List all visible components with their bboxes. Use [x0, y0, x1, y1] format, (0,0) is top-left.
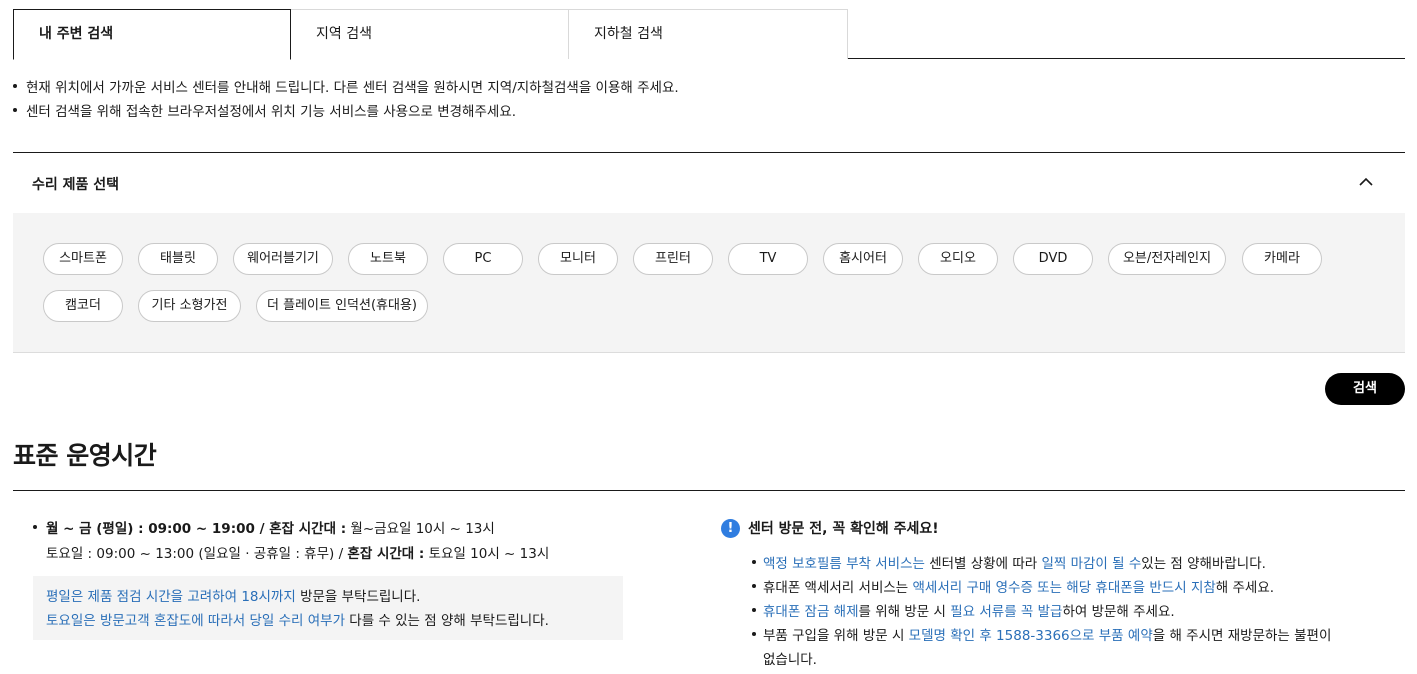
highlight-text: 모델명 확인 후 1588-3366으로 부품 예약	[908, 628, 1153, 644]
product-chip-list: 스마트폰 태블릿 웨어러블기기 노트북 PC 모니터 프린터 TV 홈시어터 오…	[13, 213, 1405, 353]
product-panel-header[interactable]: 수리 제품 선택	[13, 152, 1405, 213]
visit-notice-item: 부품 구입을 위해 방문 시 모델명 확인 후 1588-3366으로 부품 예…	[750, 624, 1331, 644]
highlight-text: 필요 서류를 꼭 발급	[950, 604, 1063, 620]
saturday-hours-text: 토요일 : 09:00 ~ 13:00 (일요일 · 공휴일 : 휴무) /	[46, 546, 348, 562]
plain-text: 센터별 상황에 따라	[924, 556, 1042, 572]
highlight-text: 일찍 마감이 될 수	[1041, 556, 1142, 572]
chevron-up-icon[interactable]	[1359, 175, 1373, 189]
search-tabs: 내 주변 검색 지역 검색 지하철 검색	[13, 9, 1405, 60]
visit-notice-item: 휴대폰 액세서리 서비스는 액세서리 구매 영수증 또는 해당 휴대폰을 반드시…	[750, 576, 1274, 596]
tab-region-search[interactable]: 지역 검색	[290, 9, 569, 59]
bullet-icon	[33, 525, 37, 529]
plain-text: 다를 수 있는 점 양해 부탁드립니다.	[345, 613, 549, 629]
hours-info-line: 토요일은 방문고객 혼잡도에 따라서 당일 수리 여부가 다를 수 있는 점 양…	[46, 609, 549, 629]
search-button[interactable]: 검색	[1325, 373, 1405, 405]
notice-text: 현재 위치에서 가까운 서비스 센터를 안내해 드립니다. 다른 센터 검색을 …	[26, 80, 679, 96]
visit-notice-item: 휴대폰 잠금 해제를 위해 방문 시 필요 서류를 꼭 발급하여 방문해 주세요…	[763, 600, 1175, 620]
visit-notice-title: 센터 방문 전, 꼭 확인해 주세요!	[748, 521, 939, 537]
bullet-icon	[752, 608, 756, 612]
product-chip-small-appliance[interactable]: 기타 소형가전	[138, 290, 241, 322]
bullet-icon	[13, 84, 17, 88]
product-chip-wearable[interactable]: 웨어러블기기	[233, 243, 333, 275]
saturday-hours: 토요일 : 09:00 ~ 13:00 (일요일 · 공휴일 : 휴무) / 혼…	[46, 542, 549, 562]
product-chip-audio[interactable]: 오디오	[918, 243, 998, 275]
plain-text: 를 위해 방문 시	[858, 604, 951, 620]
highlight-text: 액정 보호필름 부착 서비스는	[763, 556, 925, 572]
product-chip-pc[interactable]: PC	[443, 243, 523, 275]
saturday-peak-label: 혼잡 시간대 :	[347, 546, 425, 562]
tab-nearby-search[interactable]: 내 주변 검색	[13, 9, 291, 60]
product-panel-title: 수리 제품 선택	[32, 177, 120, 193]
product-chip-tv[interactable]: TV	[728, 243, 808, 275]
plain-text: 하여 방문해 주세요.	[1062, 604, 1175, 620]
plain-text: 방문을 부탁드립니다.	[295, 589, 421, 605]
plain-text: 부품 구입을 위해 방문 시	[763, 628, 909, 644]
product-chip-oven[interactable]: 오븐/전자레인지	[1108, 243, 1226, 275]
plain-text: 을 해 주시면 재방문하는 불편이	[1152, 628, 1332, 644]
highlight-text: 평일은 제품 점검 시간을 고려하여 18시까지	[46, 589, 296, 605]
plain-text: 해 주세요.	[1215, 580, 1275, 596]
hours-title: 표준 운영시간	[13, 441, 157, 470]
bullet-icon	[13, 108, 17, 112]
product-chip-smartphone[interactable]: 스마트폰	[43, 243, 123, 275]
highlight-text: 액세서리 구매 영수증 또는 해당 휴대폰을 반드시 지참	[912, 580, 1216, 596]
plain-text: 있는 점 양해바랍니다.	[1141, 556, 1266, 572]
product-chip-laptop[interactable]: 노트북	[348, 243, 428, 275]
product-chip-tablet[interactable]: 태블릿	[138, 243, 218, 275]
notice-text: 센터 검색을 위해 접속한 브라우저설정에서 위치 기능 서비스를 사용으로 변…	[26, 104, 517, 120]
product-chip-monitor[interactable]: 모니터	[538, 243, 618, 275]
exclamation-circle-icon: !	[721, 519, 740, 538]
weekday-peak-hours: 월~금요일 10시 ~ 13시	[346, 521, 495, 537]
highlight-text: 토요일은 방문고객 혼잡도에 따라서 당일 수리 여부가	[46, 613, 345, 629]
hours-info-line: 평일은 제품 점검 시간을 고려하여 18시까지 방문을 부탁드립니다.	[46, 585, 420, 605]
weekday-hours: 월 ~ 금 (평일) : 09:00 ~ 19:00 / 혼잡 시간대 : 월~…	[46, 517, 495, 537]
product-chip-induction[interactable]: 더 플레이트 인덕션(휴대용)	[256, 290, 428, 322]
hours-info-box: 평일은 제품 점검 시간을 고려하여 18시까지 방문을 부탁드립니다. 토요일…	[33, 576, 623, 640]
highlight-text: 휴대폰 잠금 해제	[763, 604, 859, 620]
visit-notice-item-continued: 없습니다.	[763, 652, 817, 668]
visit-notice-item: 액정 보호필름 부착 서비스는 센터별 상황에 따라 일찍 마감이 될 수있는 …	[763, 552, 1266, 572]
product-chip-printer[interactable]: 프린터	[633, 243, 713, 275]
notice-item: 현재 위치에서 가까운 서비스 센터를 안내해 드립니다. 다른 센터 검색을 …	[13, 76, 679, 96]
tab-subway-search[interactable]: 지하철 검색	[568, 9, 848, 59]
divider	[13, 490, 1405, 491]
weekday-hours-label: 월 ~ 금 (평일) : 09:00 ~ 19:00 / 혼잡 시간대 :	[46, 521, 347, 537]
notice-item: 센터 검색을 위해 접속한 브라우저설정에서 위치 기능 서비스를 사용으로 변…	[13, 100, 516, 120]
product-chip-camera[interactable]: 카메라	[1242, 243, 1322, 275]
product-chip-dvd[interactable]: DVD	[1013, 243, 1093, 275]
product-chip-camcorder[interactable]: 캠코더	[43, 290, 123, 322]
saturday-peak-hours: 토요일 10시 ~ 13시	[424, 546, 550, 562]
product-chip-home-theater[interactable]: 홈시어터	[823, 243, 903, 275]
plain-text: 휴대폰 액세서리 서비스는	[763, 580, 913, 596]
bullet-icon	[752, 560, 756, 564]
